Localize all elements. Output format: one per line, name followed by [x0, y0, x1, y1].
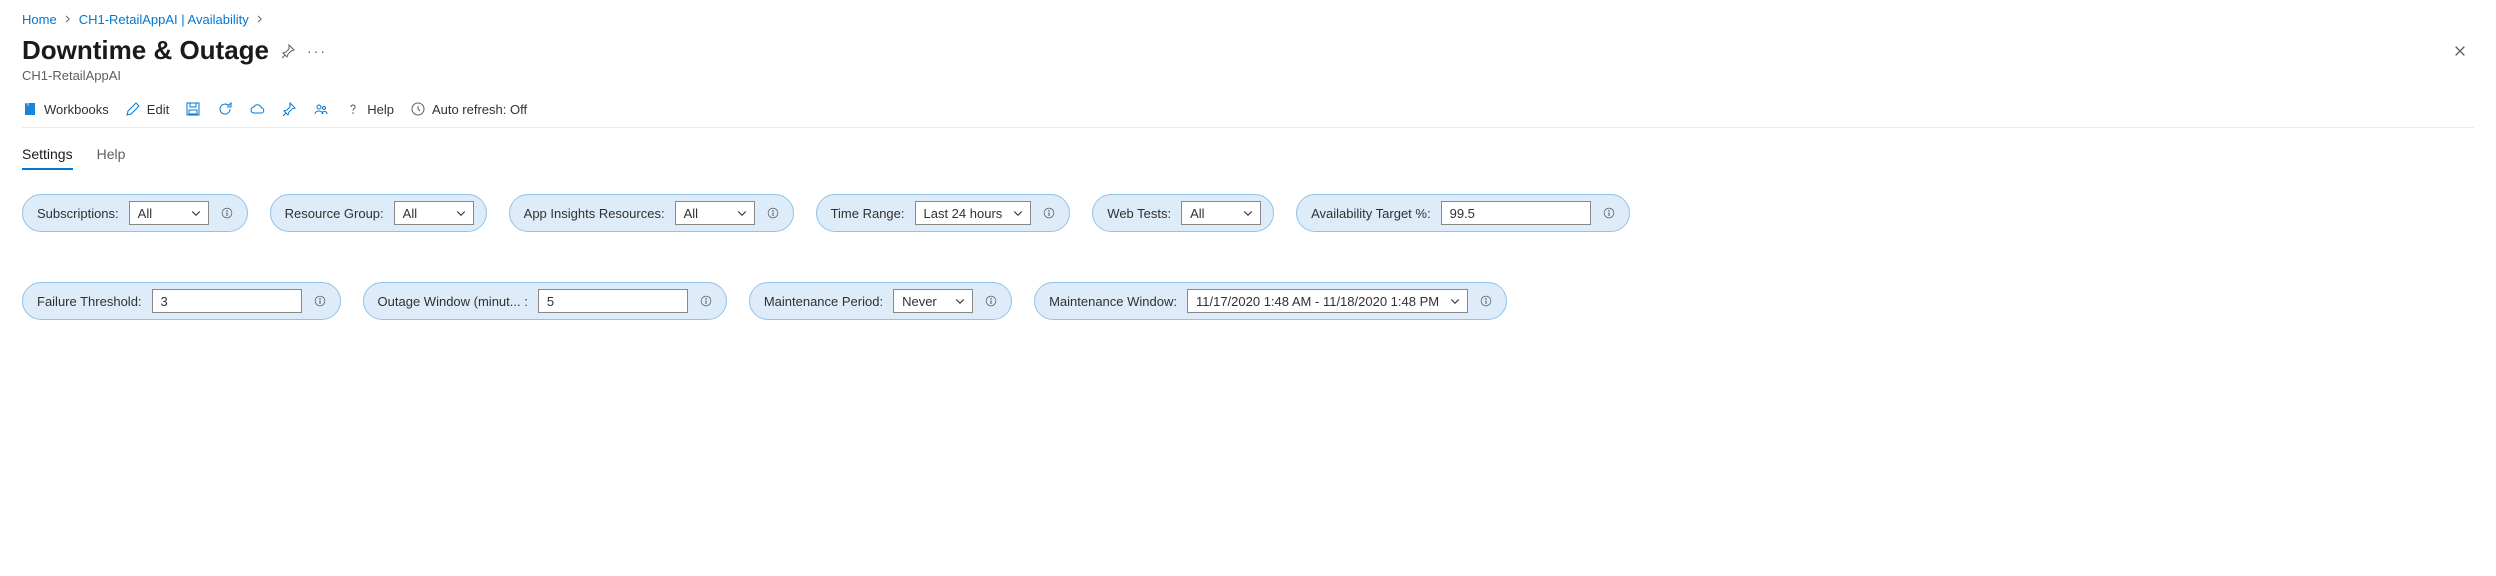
tab-settings[interactable]: Settings [22, 146, 73, 170]
app-insights-label: App Insights Resources: [524, 206, 665, 221]
outage-window-input[interactable]: 5 [538, 289, 688, 313]
cloud-icon [249, 101, 265, 117]
subscriptions-dropdown[interactable]: All [129, 201, 209, 225]
info-icon[interactable] [312, 293, 328, 309]
web-tests-label: Web Tests: [1107, 206, 1171, 221]
info-icon[interactable] [698, 293, 714, 309]
chevron-down-icon [1449, 295, 1461, 307]
availability-target-value: 99.5 [1450, 206, 1475, 221]
outage-window-filter: Outage Window (minut... : 5 [363, 282, 727, 320]
question-icon [345, 101, 361, 117]
help-label: Help [367, 102, 394, 117]
edit-label: Edit [147, 102, 169, 117]
time-range-filter: Time Range: Last 24 hours [816, 194, 1071, 232]
pin-toolbar-button[interactable] [281, 101, 297, 117]
info-icon[interactable] [1041, 205, 1057, 221]
breadcrumb-home[interactable]: Home [22, 12, 57, 27]
web-tests-filter: Web Tests: All [1092, 194, 1274, 232]
maintenance-period-label: Maintenance Period: [764, 294, 883, 309]
time-range-label: Time Range: [831, 206, 905, 221]
info-icon[interactable] [1478, 293, 1494, 309]
resource-group-label: Resource Group: [285, 206, 384, 221]
command-bar: Workbooks Edit Help Auto refresh: Off [22, 95, 2474, 128]
chevron-down-icon [190, 207, 202, 219]
failure-threshold-value: 3 [161, 294, 168, 309]
tab-bar: Settings Help [22, 128, 2474, 176]
availability-target-input[interactable]: 99.5 [1441, 201, 1591, 225]
workbooks-button[interactable]: Workbooks [22, 101, 109, 117]
failure-threshold-input[interactable]: 3 [152, 289, 302, 313]
save-button[interactable] [185, 101, 201, 117]
filter-row-2: Failure Threshold: 3 Outage Window (minu… [22, 282, 2474, 320]
workbooks-label: Workbooks [44, 102, 109, 117]
filter-row-1: Subscriptions: All Resource Group: All A… [22, 194, 2474, 232]
maintenance-window-dropdown[interactable]: 11/17/2020 1:48 AM - 11/18/2020 1:48 PM [1187, 289, 1468, 313]
subscriptions-filter: Subscriptions: All [22, 194, 248, 232]
info-icon[interactable] [219, 205, 235, 221]
pin-icon[interactable] [279, 42, 297, 60]
outage-window-label: Outage Window (minut... : [378, 294, 528, 309]
maintenance-period-dropdown[interactable]: Never [893, 289, 973, 313]
outage-window-value: 5 [547, 294, 554, 309]
chevron-down-icon [1242, 207, 1254, 219]
page-header: Downtime & Outage ··· [22, 35, 2474, 66]
chevron-down-icon [1012, 207, 1024, 219]
auto-refresh-button[interactable]: Auto refresh: Off [410, 101, 527, 117]
info-icon[interactable] [1601, 205, 1617, 221]
chevron-right-icon [255, 12, 265, 27]
chevron-down-icon [736, 207, 748, 219]
share-button[interactable] [313, 101, 329, 117]
resource-group-value: All [403, 206, 417, 221]
maintenance-period-filter: Maintenance Period: Never [749, 282, 1012, 320]
web-tests-value: All [1190, 206, 1204, 221]
auto-refresh-label: Auto refresh: Off [432, 102, 527, 117]
chevron-down-icon [455, 207, 467, 219]
maintenance-period-value: Never [902, 294, 937, 309]
page-subtitle: CH1-RetailAppAI [22, 68, 2474, 83]
workbook-icon [22, 101, 38, 117]
clock-icon [410, 101, 426, 117]
time-range-value: Last 24 hours [924, 206, 1003, 221]
time-range-dropdown[interactable]: Last 24 hours [915, 201, 1032, 225]
app-insights-filter: App Insights Resources: All [509, 194, 794, 232]
breadcrumb: Home CH1-RetailAppAI | Availability [22, 12, 2474, 27]
chevron-right-icon [63, 12, 73, 27]
failure-threshold-label: Failure Threshold: [37, 294, 142, 309]
pencil-icon [125, 101, 141, 117]
chevron-down-icon [954, 295, 966, 307]
availability-target-filter: Availability Target %: 99.5 [1296, 194, 1629, 232]
edit-button[interactable]: Edit [125, 101, 169, 117]
availability-target-label: Availability Target %: [1311, 206, 1430, 221]
web-tests-dropdown[interactable]: All [1181, 201, 1261, 225]
breadcrumb-resource[interactable]: CH1-RetailAppAI | Availability [79, 12, 249, 27]
people-icon [313, 101, 329, 117]
maintenance-window-value: 11/17/2020 1:48 AM - 11/18/2020 1:48 PM [1196, 294, 1439, 309]
refresh-icon [217, 101, 233, 117]
app-insights-dropdown[interactable]: All [675, 201, 755, 225]
resource-group-filter: Resource Group: All [270, 194, 487, 232]
tab-help[interactable]: Help [97, 146, 126, 170]
failure-threshold-filter: Failure Threshold: 3 [22, 282, 341, 320]
maintenance-window-label: Maintenance Window: [1049, 294, 1177, 309]
pin-icon [281, 101, 297, 117]
info-icon[interactable] [983, 293, 999, 309]
info-icon[interactable] [765, 205, 781, 221]
close-button[interactable] [2446, 37, 2474, 65]
more-options-button[interactable]: ··· [307, 43, 327, 59]
save-icon [185, 101, 201, 117]
help-button[interactable]: Help [345, 101, 394, 117]
maintenance-window-filter: Maintenance Window: 11/17/2020 1:48 AM -… [1034, 282, 1507, 320]
subscriptions-label: Subscriptions: [37, 206, 119, 221]
subscriptions-value: All [138, 206, 152, 221]
page-title: Downtime & Outage [22, 35, 269, 66]
resource-group-dropdown[interactable]: All [394, 201, 474, 225]
app-insights-value: All [684, 206, 698, 221]
refresh-button[interactable] [217, 101, 233, 117]
export-button[interactable] [249, 101, 265, 117]
